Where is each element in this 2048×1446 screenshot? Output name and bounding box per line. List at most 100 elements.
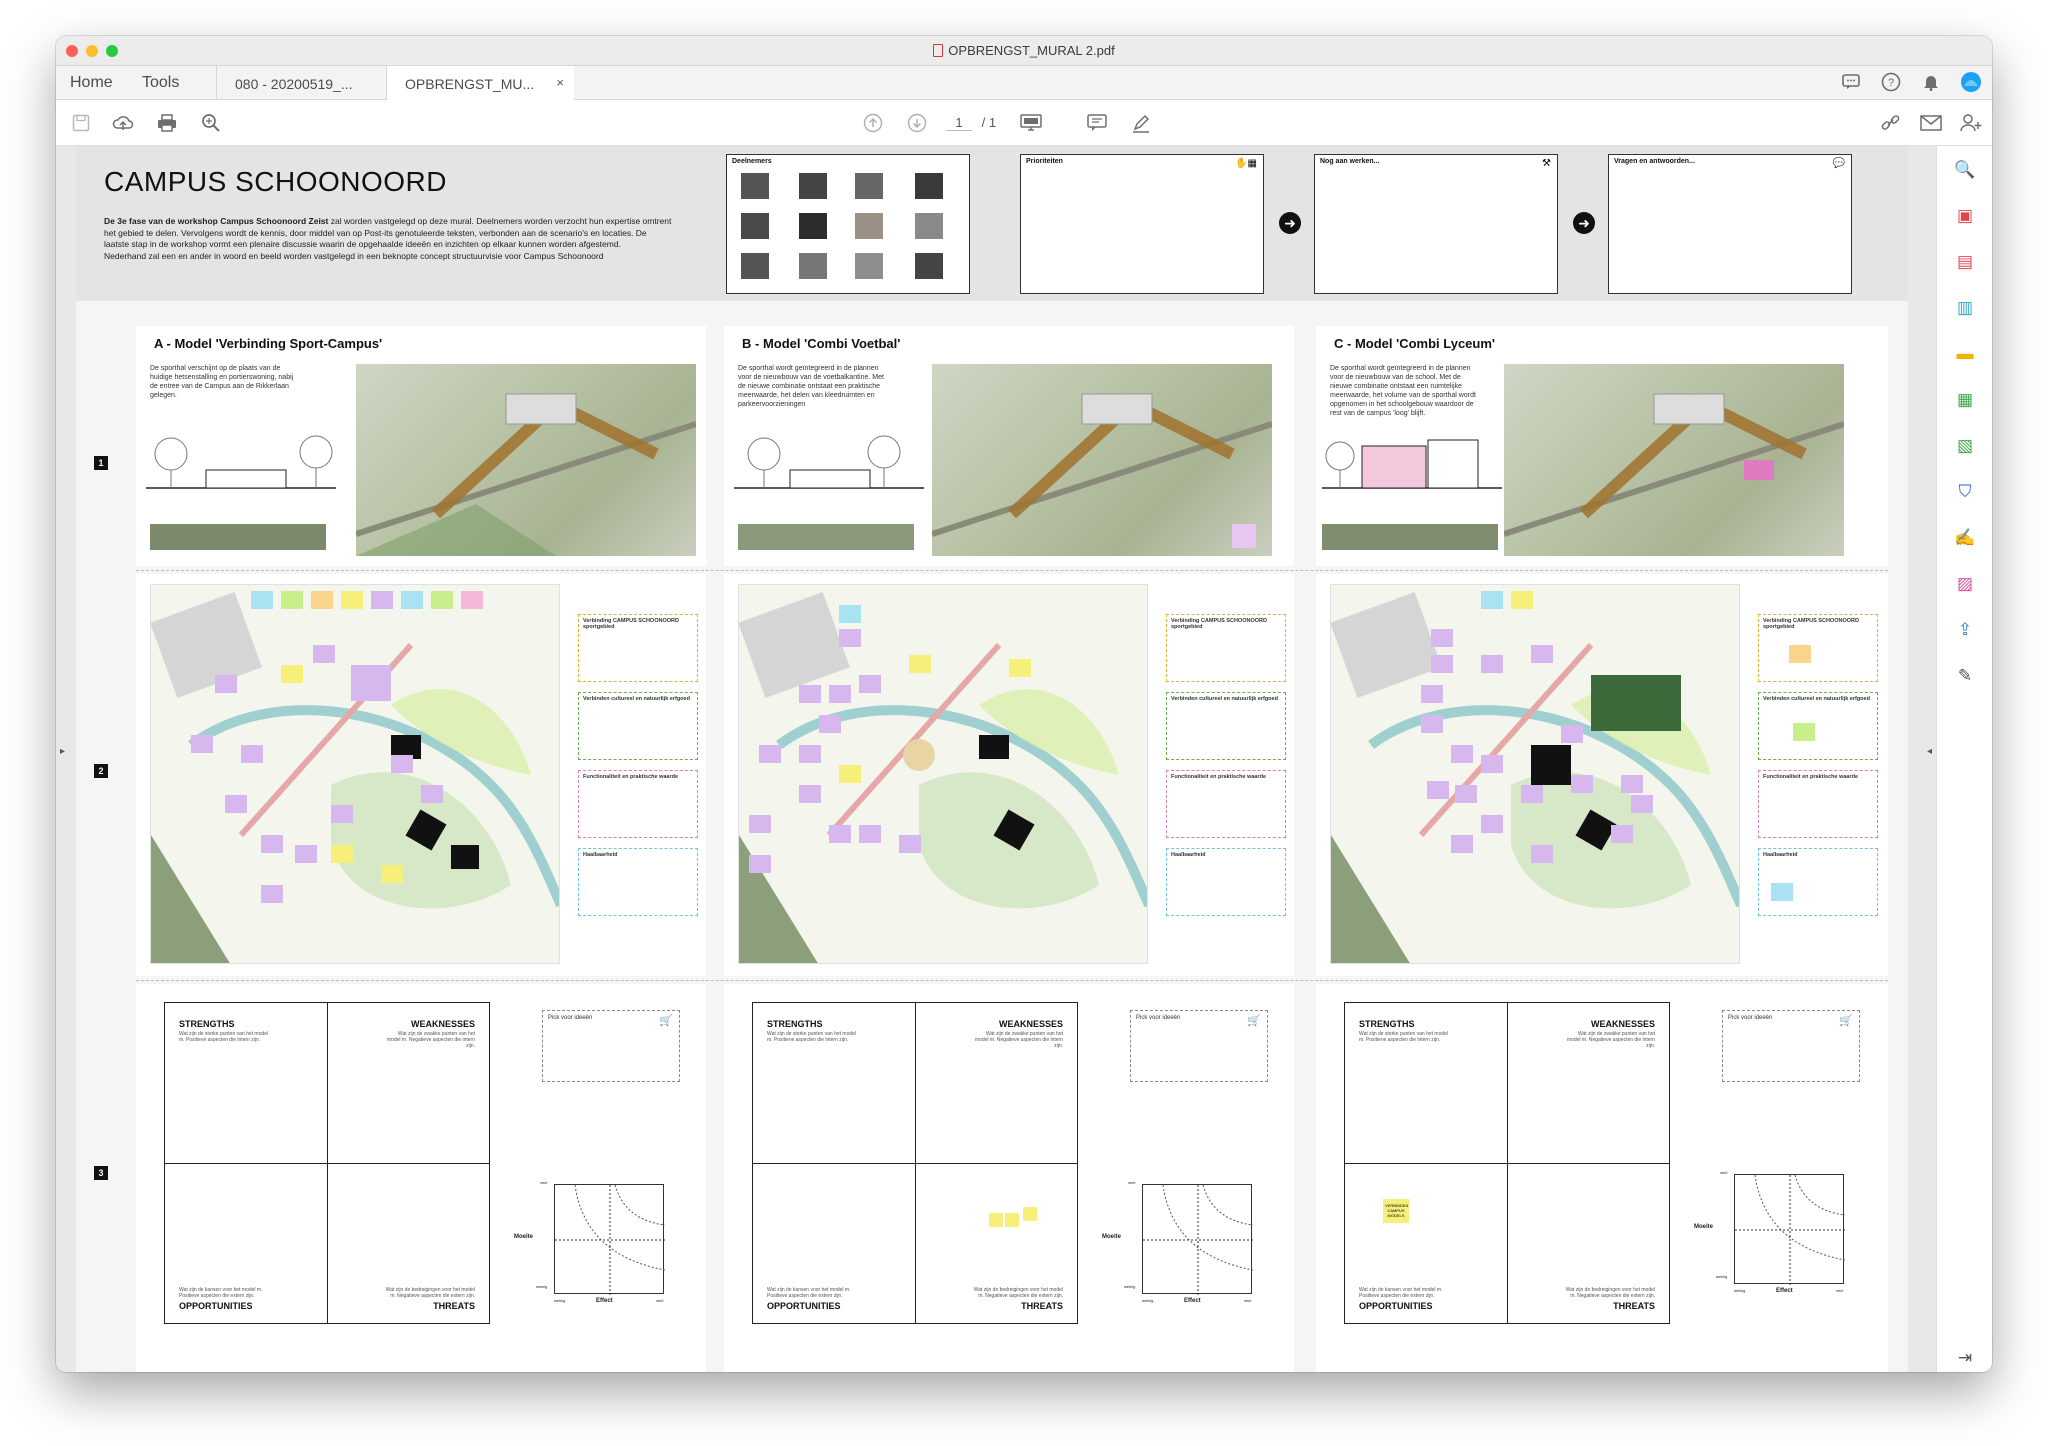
comment-icon[interactable] [1840,71,1862,93]
sticky-note[interactable] [839,765,861,783]
question-box-2[interactable]: Verbinden cultureel en natuurlijk erfgoe… [1166,692,1286,760]
sticky-note[interactable] [1481,591,1503,609]
sticky-note[interactable] [421,785,443,803]
tab-document-2[interactable]: OPBRENGST_MU... × [386,66,574,100]
create-pdf-icon[interactable]: ▣ [1953,204,1977,228]
sticky-note[interactable] [225,795,247,813]
tab-close-icon[interactable]: × [556,75,564,90]
sticky-note[interactable] [191,735,213,753]
sticky-note[interactable] [829,825,851,843]
sticky-note[interactable] [1421,685,1443,703]
question-box-4[interactable]: Haalbaarheid [1758,848,1878,916]
sticky-note[interactable] [899,835,921,853]
sticky-note[interactable] [749,855,771,873]
sticky-note[interactable] [1531,645,1553,663]
sticky-note[interactable] [341,591,363,609]
sticky-note[interactable] [1455,785,1477,803]
sticky-note[interactable] [1793,723,1815,741]
question-box-4[interactable]: Haalbaarheid [578,848,698,916]
sticky-note[interactable] [313,645,335,663]
zoom-icon[interactable]: 🔍 [1953,158,1977,182]
previous-page-icon[interactable] [860,110,886,136]
tab-document-1[interactable]: 080 - 20200519_... [216,66,386,100]
sticky-note[interactable] [859,825,881,843]
sticky-note[interactable] [251,591,273,609]
sticky-note[interactable] [1621,775,1643,793]
sticky-note[interactable] [1431,655,1453,673]
sticky-note[interactable] [281,591,303,609]
combine-files-icon[interactable]: ▤ [1953,250,1977,274]
notification-bell-icon[interactable] [1920,71,1942,93]
document-viewport[interactable]: ▸ ◂ CAMPUS SCHOONOORD De 3e fase van de … [56,146,1936,1372]
scan-ocr-icon[interactable]: ▧ [1953,434,1977,458]
sticky-note[interactable] [799,785,821,803]
sticky-note[interactable] [1511,591,1533,609]
sticky-note[interactable] [859,675,881,693]
print-icon[interactable] [154,110,180,136]
question-box-3[interactable]: Functionaliteit en praktische waarde [578,770,698,838]
pick-ideas-box[interactable]: Pick voor ideeën 🛒 [542,1010,680,1082]
sticky-note[interactable] [351,665,391,701]
sticky-note[interactable] [1571,775,1593,793]
add-user-icon[interactable] [1958,110,1984,136]
sticky-note[interactable] [1521,785,1543,803]
sticky-note[interactable] [1771,883,1793,901]
sticky-note[interactable] [391,755,413,773]
sticky-note[interactable] [1481,815,1503,833]
sticky-note[interactable] [1789,645,1811,663]
sticky-note[interactable] [401,591,423,609]
email-icon[interactable] [1918,110,1944,136]
sticky-note[interactable] [1561,725,1583,743]
organize-pages-icon[interactable]: ▦ [1953,388,1977,412]
account-avatar-icon[interactable] [1960,71,1982,93]
sticky-note[interactable] [331,805,353,823]
sticky-note[interactable] [371,591,393,609]
pick-ideas-box[interactable]: Pick voor ideeën 🛒 [1722,1010,1860,1082]
nav-home[interactable]: Home [70,74,113,92]
sticky-note[interactable] [799,685,821,703]
page-number-input[interactable]: 1 [946,115,972,131]
comment-tool-icon[interactable]: ▬ [1953,342,1977,366]
share-export-icon[interactable]: ⇪ [1953,618,1977,642]
fill-sign-icon[interactable]: ✍ [1953,526,1977,550]
sticky-note[interactable] [799,745,821,763]
sticky-note[interactable] [839,605,861,623]
sticky-note[interactable] [839,629,861,647]
question-box-3[interactable]: Functionaliteit en praktische waarde [1758,770,1878,838]
help-icon[interactable]: ? [1880,71,1902,93]
sticky-note[interactable] [759,745,781,763]
sticky-note[interactable] [215,675,237,693]
sticky-note[interactable] [819,715,841,733]
sticky-note[interactable] [241,745,263,763]
sticky-note[interactable] [381,865,403,883]
left-panel-toggle-icon[interactable]: ▸ [60,746,65,757]
sticky-note[interactable] [1481,655,1503,673]
sticky-note[interactable] [829,685,851,703]
sticky-note[interactable] [281,665,303,683]
sticky-note[interactable] [331,845,353,863]
sticky-note[interactable]: VERBINDEN CAMPUS MODELS [1383,1199,1409,1223]
question-box-1[interactable]: Verbinding CAMPUS SCHOONOORD sportgebied [1758,614,1878,682]
question-box-4[interactable]: Haalbaarheid [1166,848,1286,916]
sticky-note[interactable] [989,1213,1003,1227]
sticky-note[interactable] [261,835,283,853]
sticky-note[interactable] [1531,845,1553,863]
question-box-2[interactable]: Verbinden cultureel en natuurlijk erfgoe… [578,692,698,760]
question-box-3[interactable]: Functionaliteit en praktische waarde [1166,770,1286,838]
pick-ideas-box[interactable]: Pick voor ideeën 🛒 [1130,1010,1268,1082]
sticky-note[interactable] [749,815,771,833]
sticky-note[interactable] [1431,629,1453,647]
sticky-note[interactable] [261,885,283,903]
search-icon[interactable] [198,110,224,136]
edit-pdf-icon[interactable]: ▨ [1953,572,1977,596]
right-panel-toggle-icon[interactable]: ◂ [1927,746,1932,757]
sticky-note[interactable] [311,591,333,609]
export-pdf-icon[interactable]: ▥ [1953,296,1977,320]
sticky-note[interactable] [1005,1213,1019,1227]
sticky-note[interactable] [1009,659,1031,677]
sticky-note[interactable] [1451,745,1473,763]
question-box-1[interactable]: Verbinding CAMPUS SCHOONOORD sportgebied [1166,614,1286,682]
sticky-note[interactable] [1611,825,1633,843]
sticky-note[interactable] [1427,781,1449,799]
protect-shield-icon[interactable]: ⛉ [1953,480,1977,504]
